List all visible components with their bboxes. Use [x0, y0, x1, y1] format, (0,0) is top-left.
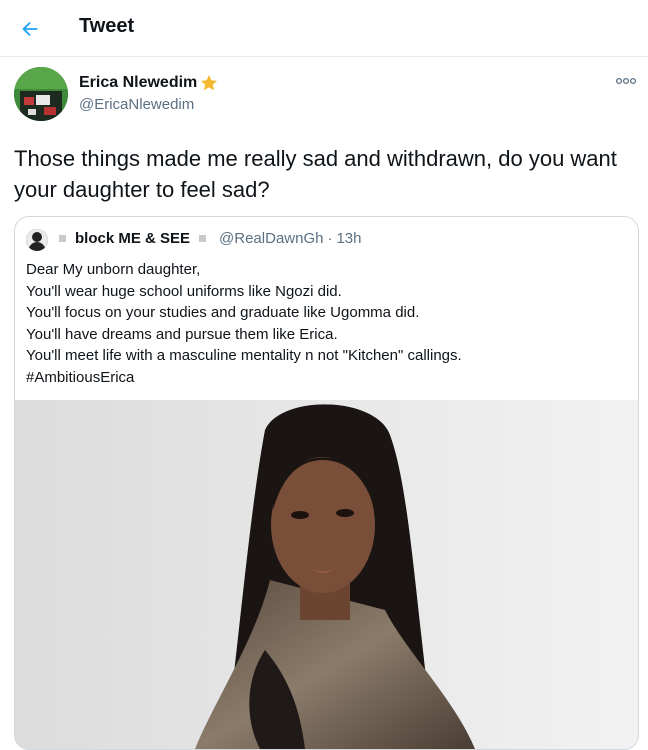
separator: · [327, 230, 333, 247]
more-button[interactable] [614, 74, 638, 88]
author-name-row[interactable]: Erica Nlewedim [79, 73, 219, 93]
more-icon [615, 77, 637, 85]
avatar[interactable] [14, 67, 68, 121]
quoted-photo[interactable] [15, 400, 638, 749]
back-button[interactable] [14, 13, 46, 45]
quoted-author-handle: @RealDawnGh [219, 230, 324, 247]
quoted-time: 13h [336, 230, 362, 247]
quoted-text: Dear My unborn daughter, You'll wear hug… [26, 261, 462, 386]
tweet-text: Those things made me really sad and with… [14, 146, 617, 202]
author-name[interactable]: Erica Nlewedim [79, 74, 197, 92]
author-handle[interactable]: @EricaNlewedim [79, 96, 194, 113]
quoted-author-name: block ME & SEE [75, 230, 191, 247]
quoted-avatar [26, 229, 48, 251]
page-title: Tweet [79, 15, 135, 37]
star-icon [201, 75, 218, 91]
header: Tweet [0, 0, 648, 57]
quoted-header: block ME & SEE @RealDawnGh · 13h [59, 230, 362, 247]
quoted-tweet[interactable]: block ME & SEE @RealDawnGh · 13h Dear My… [14, 216, 639, 750]
square-glyph [199, 235, 207, 242]
square-glyph [59, 235, 66, 242]
arrow-left-icon [22, 21, 38, 37]
